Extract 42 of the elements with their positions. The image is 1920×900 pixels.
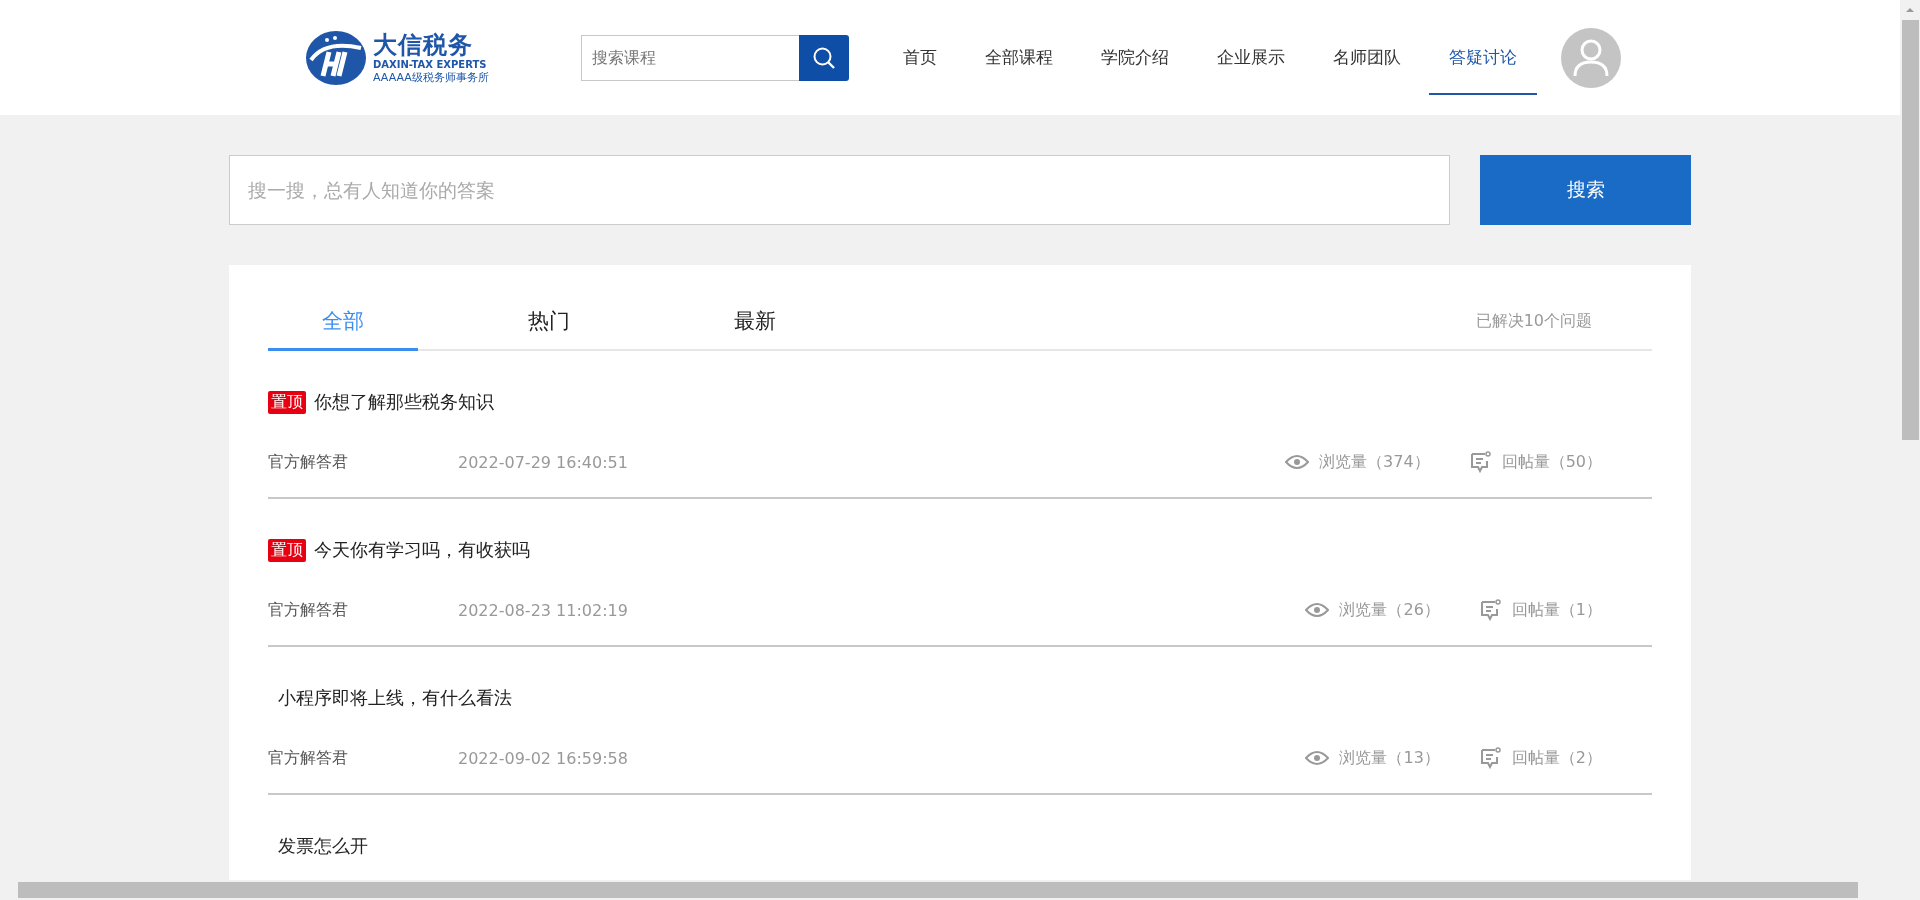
- question-time: 2022-07-29 16:40:51: [458, 452, 628, 472]
- question-time: 2022-09-02 16:59:58: [458, 748, 628, 768]
- question-title[interactable]: 你想了解那些税务知识: [314, 390, 494, 414]
- view-count: 浏览量（374）: [1319, 451, 1430, 473]
- comment-icon: [1469, 451, 1492, 473]
- nav-link[interactable]: 首页: [883, 0, 957, 95]
- nav-link[interactable]: 全部课程: [965, 0, 1073, 95]
- logo-name: 大信税务: [373, 31, 474, 59]
- question-author: 官方解答君: [268, 451, 349, 473]
- reply-count: 回帖量（50）: [1501, 451, 1602, 473]
- eye-icon: [1305, 750, 1330, 766]
- reply-count: 回帖量（2）: [1511, 747, 1602, 769]
- nav-link[interactable]: 名师团队: [1313, 0, 1421, 95]
- course-search-field[interactable]: 搜索课程: [581, 34, 799, 81]
- filter-tab[interactable]: 最新: [680, 293, 830, 351]
- search-button[interactable]: 搜索: [1480, 155, 1691, 225]
- search-button[interactable]: [799, 34, 849, 81]
- logo-tagline: AAAAA级税务师事务所: [373, 71, 489, 84]
- search-icon: [812, 45, 836, 70]
- question-time: 2022-08-23 11:02:19: [458, 600, 628, 620]
- question-title[interactable]: 发票怎么开: [268, 834, 368, 858]
- question-title[interactable]: 小程序即将上线，有什么看法: [268, 686, 512, 710]
- logo-subtitle: DAXIN-TAX EXPERTS: [373, 59, 488, 71]
- pinned-badge: 置顶: [268, 538, 306, 562]
- question-title[interactable]: 今天你有学习吗，有收获吗: [314, 538, 530, 562]
- eye-icon: [1285, 454, 1310, 470]
- comment-icon: [1479, 599, 1502, 621]
- nav-link[interactable]: 答疑讨论: [1429, 0, 1537, 95]
- question-author: 官方解答君: [268, 599, 349, 621]
- logo-emblem-icon: [305, 29, 367, 86]
- comment-icon: [1479, 747, 1502, 769]
- reply-count: 回帖量（1）: [1511, 599, 1602, 621]
- question-search-field[interactable]: 搜一搜，总有人知道你的答案: [229, 155, 1450, 225]
- solved-count: 已解决10个问题: [1475, 310, 1592, 332]
- question-author: 官方解答君: [268, 747, 349, 769]
- filter-tab[interactable]: 热门: [474, 293, 624, 351]
- view-count: 浏览量（26）: [1339, 599, 1440, 621]
- eye-icon: [1305, 602, 1330, 618]
- nav-link[interactable]: 学院介绍: [1081, 0, 1189, 95]
- view-count: 浏览量（13）: [1339, 747, 1440, 769]
- nav-link[interactable]: 企业展示: [1197, 0, 1305, 95]
- pinned-badge: 置顶: [268, 390, 306, 414]
